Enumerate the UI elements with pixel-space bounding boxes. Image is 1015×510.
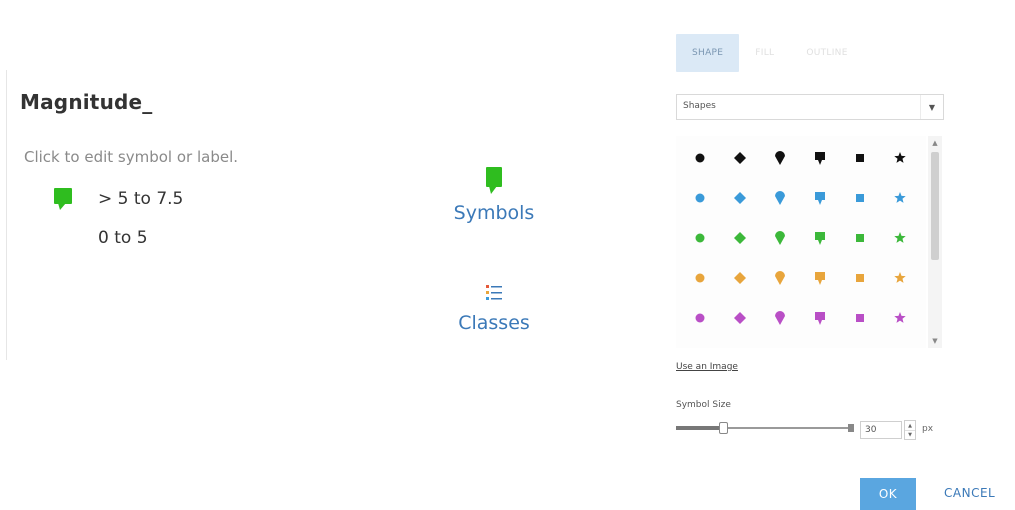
pin-round-shape-icon[interactable] <box>775 311 785 325</box>
star-shape-icon[interactable] <box>894 152 906 163</box>
circle-shape-icon[interactable] <box>695 193 705 203</box>
shape-category-select[interactable]: Shapes ▼ <box>676 94 944 120</box>
diamond-shape-icon[interactable] <box>734 272 746 284</box>
left-divider <box>6 70 7 360</box>
square-shape-icon[interactable] <box>856 154 864 162</box>
diamond-shape-icon[interactable] <box>734 192 746 204</box>
slider-end-marker <box>848 424 854 432</box>
pin-square-shape-icon[interactable] <box>815 312 825 325</box>
symbol-size-input[interactable]: 30 <box>860 421 902 439</box>
diamond-shape-icon[interactable] <box>734 152 746 164</box>
symbols-link[interactable]: Symbols <box>436 202 552 224</box>
green-pin-icon <box>436 166 552 202</box>
size-unit: px <box>922 424 934 434</box>
classes-nav[interactable]: Classes <box>436 282 552 334</box>
legend-row-class-2[interactable]: 0 to 5 <box>48 228 148 248</box>
pin-square-shape-icon[interactable] <box>815 232 825 245</box>
diamond-shape-icon[interactable] <box>734 232 746 244</box>
pin-round-shape-icon[interactable] <box>775 151 785 165</box>
tab-shape[interactable]: SHAPE <box>676 34 740 72</box>
layer-title: Magnitude_ <box>20 90 153 114</box>
classes-link[interactable]: Classes <box>436 312 552 334</box>
star-shape-icon[interactable] <box>894 272 906 283</box>
scroll-down-icon[interactable]: ▼ <box>928 334 942 348</box>
symbol-size-slider[interactable] <box>676 420 858 436</box>
symbols-nav[interactable]: Symbols <box>436 166 552 224</box>
legend-label-class-2[interactable]: 0 to 5 <box>98 228 148 248</box>
shape-category-value: Shapes <box>683 101 716 111</box>
circle-shape-icon[interactable] <box>695 233 705 243</box>
slider-handle[interactable] <box>718 422 728 434</box>
shape-grid-scrollbar[interactable]: ▲ ▼ <box>928 136 942 348</box>
chevron-down-icon[interactable]: ▼ <box>920 95 943 119</box>
square-shape-icon[interactable] <box>856 274 864 282</box>
tab-fill[interactable]: FILL <box>739 34 790 72</box>
square-shape-icon[interactable] <box>856 234 864 242</box>
square-shape-icon[interactable] <box>856 314 864 322</box>
diamond-shape-icon[interactable] <box>734 312 746 324</box>
pin-square-shape-icon[interactable] <box>815 152 825 165</box>
tab-outline[interactable]: OUTLINE <box>790 34 863 72</box>
pin-round-shape-icon[interactable] <box>775 231 785 245</box>
legend-row-class-1[interactable]: > 5 to 7.5 <box>48 186 183 212</box>
spinner-down-icon[interactable]: ▼ <box>905 430 915 439</box>
pin-square-shape-icon[interactable] <box>815 272 825 285</box>
scroll-up-icon[interactable]: ▲ <box>928 136 942 150</box>
star-shape-icon[interactable] <box>894 312 906 323</box>
shape-grid-svg <box>695 151 906 325</box>
pin-round-shape-icon[interactable] <box>775 271 785 285</box>
circle-shape-icon[interactable] <box>695 313 705 323</box>
edit-hint: Click to edit symbol or label. <box>24 148 238 166</box>
cancel-button[interactable]: CANCEL <box>944 486 995 500</box>
circle-shape-icon[interactable] <box>695 153 705 163</box>
slider-fill <box>676 426 721 430</box>
pin-square-shape-icon[interactable] <box>815 192 825 205</box>
list-icon <box>436 282 552 312</box>
scroll-thumb[interactable] <box>931 152 939 260</box>
shape-grid <box>676 136 926 348</box>
green-pin-icon[interactable] <box>48 186 78 212</box>
size-spinner[interactable]: ▲ ▼ <box>904 420 916 440</box>
legend-label-class-1[interactable]: > 5 to 7.5 <box>98 189 183 209</box>
square-shape-icon[interactable] <box>856 194 864 202</box>
circle-shape-icon[interactable] <box>695 273 705 283</box>
symbol-size-label: Symbol Size <box>676 400 731 410</box>
symbol-tabs: SHAPE FILL OUTLINE <box>676 34 864 72</box>
star-shape-icon[interactable] <box>894 192 906 203</box>
use-image-link[interactable]: Use an Image <box>676 362 738 372</box>
ok-button[interactable]: OK <box>860 478 916 510</box>
pin-round-shape-icon[interactable] <box>775 191 785 205</box>
empty-symbol[interactable] <box>48 228 78 248</box>
star-shape-icon[interactable] <box>894 232 906 243</box>
